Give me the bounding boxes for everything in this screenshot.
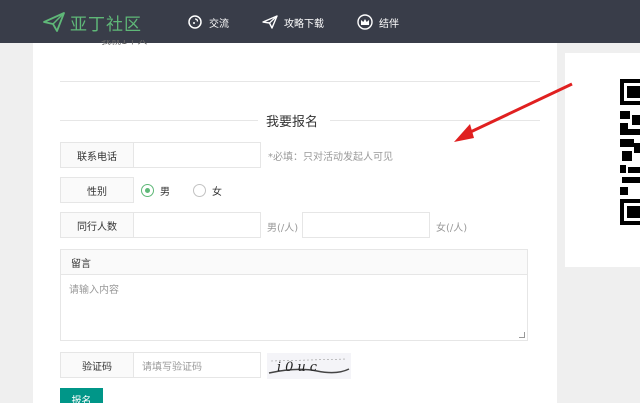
message-box: 留言 请输入内容 [60, 249, 528, 341]
gender-option-male: 男 [160, 187, 170, 198]
nav-item-partner[interactable]: 结伴 [357, 13, 399, 31]
captcha-text: i0uc [277, 360, 321, 375]
top-navbar: 亚丁社区 交流 攻略下载 结伴 [0, 0, 640, 43]
phone-hint: *必填：只对活动发起人可见 [268, 152, 393, 163]
gender-option-female: 女 [212, 187, 222, 198]
companions-label: 同行人数 [60, 212, 134, 238]
captcha-input[interactable]: 请填写验证码 [133, 352, 261, 378]
phone-label: 联系电话 [60, 142, 134, 168]
female-count-input[interactable] [302, 212, 430, 238]
red-arrow-annotation [454, 82, 573, 142]
gender-label: 性别 [60, 177, 134, 203]
brand-name: 亚丁社区 [70, 14, 142, 35]
chat-icon [188, 15, 202, 29]
submit-button[interactable]: 报名 [60, 388, 103, 403]
paper-plane-logo-icon [43, 12, 65, 32]
title-line-left [60, 120, 258, 121]
nav-item-chat[interactable]: 交流 [187, 13, 229, 31]
message-textarea[interactable]: 请输入内容 [61, 275, 527, 302]
female-unit-label: 女(/人) [436, 223, 468, 234]
nav-label-partner: 结伴 [379, 18, 399, 30]
gender-radio-female[interactable]: 女 [193, 183, 222, 198]
gender-radio-male[interactable]: 男 [141, 183, 170, 198]
message-label: 留言 [61, 250, 527, 275]
phone-input[interactable] [133, 142, 261, 168]
male-count-input[interactable] [133, 212, 261, 238]
male-unit-label: 男(/人) [267, 223, 299, 234]
crown-icon [357, 14, 373, 30]
radio-unchecked-icon [193, 184, 206, 197]
nav-item-guides[interactable]: 攻略下载 [262, 13, 324, 31]
radio-checked-icon [141, 184, 154, 197]
qr-code-image [620, 79, 640, 225]
captcha-image[interactable]: i0uc [267, 353, 351, 379]
nav-label-chat: 交流 [209, 18, 229, 30]
nav-label-guides: 攻略下载 [284, 18, 324, 30]
paper-plane-icon [262, 15, 278, 29]
brand-logo[interactable]: 亚丁社区 [42, 10, 142, 35]
cut-off-text: 我就1个人 [101, 40, 148, 47]
resize-handle-icon[interactable] [519, 332, 525, 338]
captcha-label: 验证码 [60, 352, 134, 378]
form-title: 我要报名 [266, 115, 319, 130]
